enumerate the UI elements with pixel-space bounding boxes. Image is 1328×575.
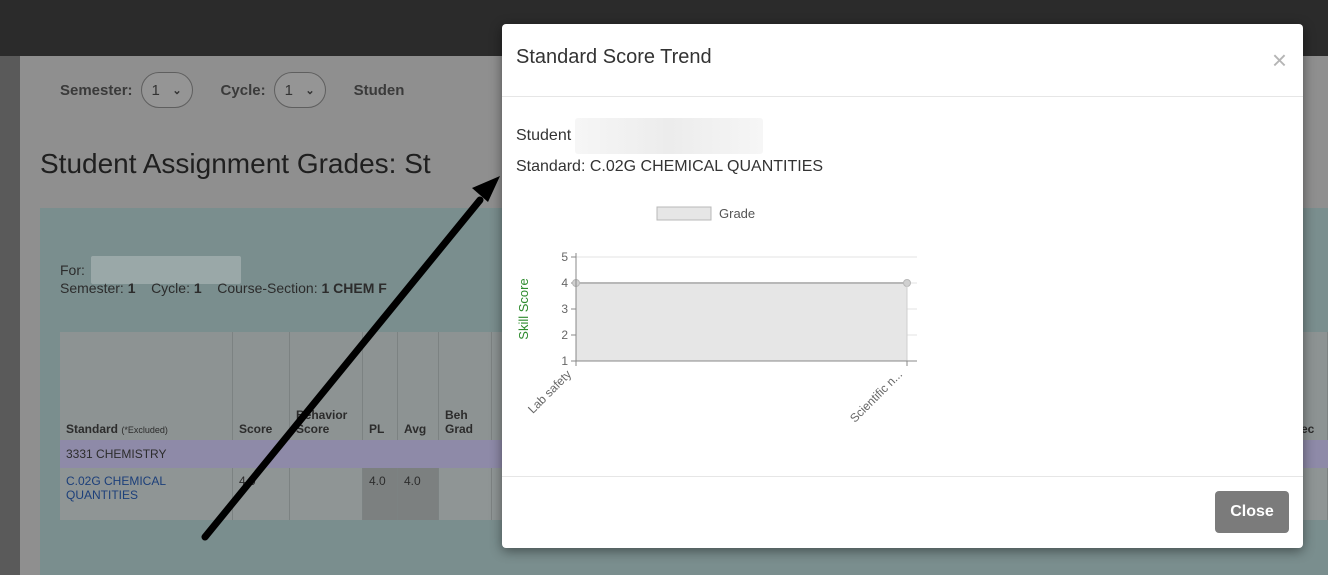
standard-line: Standard: C.02G CHEMICAL QUANTITIES <box>516 158 824 175</box>
cycle-label: Cycle: <box>220 81 266 99</box>
cell-pl: 4.0 <box>362 468 398 520</box>
col-standard-note: (*Excluded) <box>121 425 168 435</box>
cell-score: 4.0 <box>232 468 290 520</box>
panel-semester-label: Semester: <box>60 280 124 296</box>
filter-bar: Semester: 1 ⌄ Cycle: 1 ⌄ Studen <box>60 70 412 110</box>
legend-label: Grade <box>719 206 755 221</box>
modal-title: Standard Score Trend <box>516 46 712 68</box>
modal-footer: Close <box>502 476 1303 549</box>
course-section-value: 1 CHEM F <box>321 280 387 296</box>
chevron-down-icon: ⌄ <box>305 84 315 97</box>
chevron-down-icon: ⌄ <box>172 84 182 97</box>
student-filter-label: Studen <box>353 81 405 99</box>
series-area <box>576 283 907 361</box>
y-tick-label: 3 <box>561 302 568 316</box>
panel-semester-value: 1 <box>127 280 136 296</box>
semester-cycle-line: Semester: 1 Cycle: 1 Course-Section: 1 C… <box>60 280 387 296</box>
cell-behavior-score <box>289 468 363 520</box>
semester-select[interactable]: 1 ⌄ <box>140 72 193 108</box>
col-score: Score <box>232 332 290 440</box>
col-standard: Standard (*Excluded) <box>60 332 233 440</box>
semester-label: Semester: <box>60 81 133 99</box>
student-label: Student <box>516 127 572 144</box>
page-title: Student Assignment Grades: St <box>40 148 431 179</box>
trend-chart-svg: Grade 1 2 3 4 5 Lab safety Scientific n... Assig… <box>516 206 917 485</box>
standard-link-text: C.02G CHEMICAL QUANTITIES <box>66 474 166 502</box>
x-axis-title: Assignment <box>711 469 784 470</box>
panel-cycle-value: 1 <box>193 280 202 296</box>
trend-chart: Grade 1 2 3 4 5 Lab safety Scientific n... Assig… <box>502 200 942 485</box>
y-axis-title: Skill Score <box>516 278 531 339</box>
col-behavior-score: Behavior Score <box>289 332 363 440</box>
y-tick-label: 5 <box>561 250 568 264</box>
standard-score-trend-modal: Standard Score Trend × Student Standard:… <box>502 24 1303 548</box>
legend-swatch <box>656 206 712 221</box>
close-icon[interactable]: × <box>1272 47 1287 73</box>
semester-select-value: 1 <box>151 81 160 99</box>
cycle-select-value: 1 <box>284 81 293 99</box>
student-line: Student <box>516 118 764 154</box>
modal-header: Standard Score Trend × <box>502 24 1303 97</box>
y-tick-label: 4 <box>561 276 568 290</box>
col-behavior-grade: Beh Grad <box>438 332 492 440</box>
cell-avg: 4.0 <box>397 468 439 520</box>
x-tick-label: Lab safety <box>525 367 574 416</box>
col-avg: Avg <box>397 332 439 440</box>
col-standard-label: Standard <box>66 422 119 436</box>
y-tick-label: 1 <box>561 354 568 368</box>
x-tick-label: Scientific n... <box>847 367 905 425</box>
y-tick-label: 2 <box>561 328 568 342</box>
course-section-label: Course-Section: <box>217 280 318 296</box>
standard-link[interactable]: C.02G CHEMICAL QUANTITIES <box>60 468 233 520</box>
close-button[interactable]: Close <box>1215 491 1289 533</box>
redacted-student-name <box>575 118 764 154</box>
panel-cycle-label: Cycle: <box>151 280 190 296</box>
cycle-select[interactable]: 1 ⌄ <box>273 72 326 108</box>
cell-behavior-grade <box>438 468 492 520</box>
for-label: For: <box>60 262 85 278</box>
col-pl: PL <box>362 332 398 440</box>
